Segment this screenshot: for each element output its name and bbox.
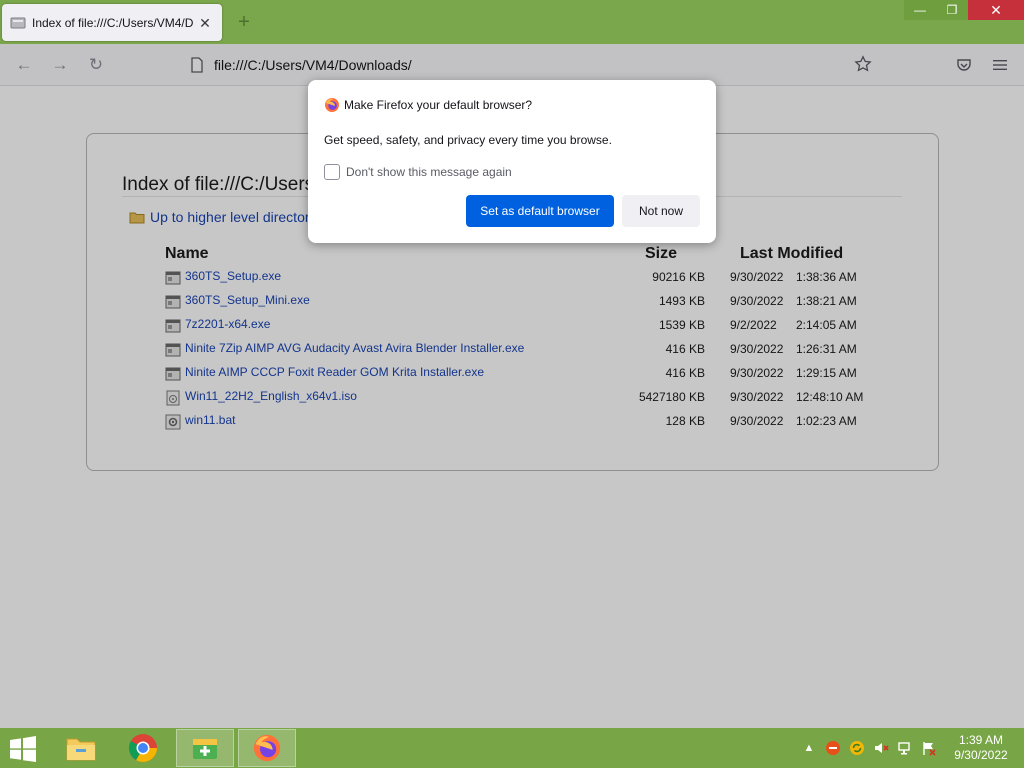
installer-app-taskbar-button[interactable]	[176, 729, 234, 767]
close-window-button[interactable]: ✕	[968, 0, 1024, 20]
dont-show-again-label[interactable]: Don't show this message again	[346, 165, 512, 179]
security-shield-icon[interactable]	[824, 739, 842, 757]
default-browser-dialog: Make Firefox your default browser? Get s…	[308, 80, 716, 243]
dont-show-again-checkbox[interactable]	[324, 164, 340, 180]
file-explorer-icon	[66, 738, 96, 761]
restore-button[interactable]: ❐	[936, 0, 968, 20]
set-default-browser-button[interactable]: Set as default browser	[466, 195, 614, 227]
firefox-logo-icon	[325, 98, 339, 112]
sync-update-icon[interactable]	[848, 739, 866, 757]
package-installer-icon	[193, 739, 217, 759]
chrome-taskbar-button[interactable]	[114, 729, 172, 767]
volume-muted-icon[interactable]	[872, 739, 890, 757]
show-hidden-icons-arrow[interactable]: ▲	[800, 739, 818, 757]
network-icon[interactable]	[896, 739, 914, 757]
windows-start-icon[interactable]	[8, 736, 38, 762]
action-center-flag-icon[interactable]	[920, 739, 938, 757]
chrome-icon	[129, 734, 157, 762]
system-tray: ▲	[800, 738, 938, 758]
dialog-message: Get speed, safety, and privacy every tim…	[324, 133, 612, 147]
firefox-taskbar-button[interactable]	[238, 729, 296, 767]
window-controls: — ❐ ✕	[904, 0, 1024, 20]
clock-date: 9/30/2022	[954, 748, 1008, 762]
dialog-title: Make Firefox your default browser?	[344, 98, 533, 112]
file-explorer-taskbar-button[interactable]	[52, 729, 110, 767]
windows-taskbar: ▲ 1:39 AM 9/30/2022	[0, 728, 1024, 768]
minimize-button[interactable]: —	[904, 0, 936, 20]
file-page-icon	[10, 15, 26, 31]
clock-time: 1:39 AM	[958, 733, 1004, 747]
title-bar: Index of file:///C:/Users/VM4/D ✕ + — ❐ …	[0, 0, 1024, 44]
taskbar-clock[interactable]: 1:39 AM 9/30/2022	[946, 733, 1016, 763]
firefox-taskbar-icon	[253, 734, 281, 762]
not-now-button[interactable]: Not now	[622, 195, 700, 227]
tab-close-icon[interactable]: ✕	[196, 14, 214, 32]
tab-downloads-index[interactable]: Index of file:///C:/Users/VM4/D ✕	[2, 4, 222, 41]
tab-title: Index of file:///C:/Users/VM4/D	[32, 15, 194, 30]
new-tab-button[interactable]: +	[232, 10, 256, 34]
